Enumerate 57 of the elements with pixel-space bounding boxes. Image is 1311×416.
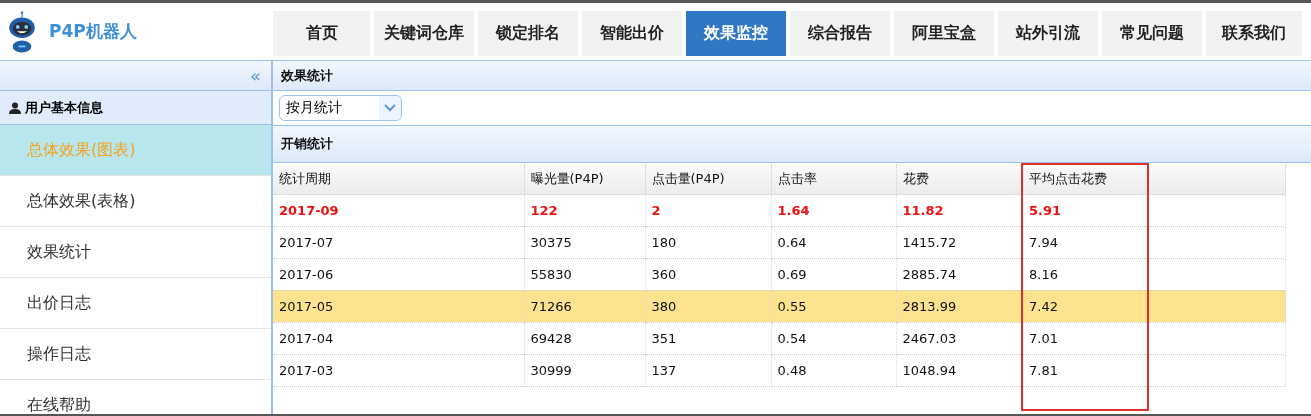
sidebar-item[interactable]: 效果统计 — [0, 227, 271, 278]
table-cell: 2017-03 — [273, 354, 524, 386]
section-title: 开销统计 — [281, 135, 333, 153]
nav-tab[interactable]: 站外引流 — [998, 11, 1098, 56]
table-cell: 0.64 — [771, 226, 896, 258]
table-cell: 2467.03 — [896, 322, 1022, 354]
nav-tab[interactable]: 常见问题 — [1102, 11, 1202, 56]
period-select[interactable]: 按月统计 — [279, 95, 402, 121]
table-cell: 0.48 — [771, 354, 896, 386]
table-cell: 7.01 — [1022, 322, 1148, 354]
table-cell: 11.82 — [896, 194, 1022, 226]
table-cell: 2017-05 — [273, 290, 524, 322]
column-header: 花费 — [896, 164, 1022, 194]
table-cell: 351 — [645, 322, 771, 354]
table-cell: 30999 — [524, 354, 645, 386]
nav-tab[interactable]: 效果监控 — [686, 11, 786, 56]
table-cell: 180 — [645, 226, 771, 258]
table-cell: 30375 — [524, 226, 645, 258]
sidebar-header-label: 用户基本信息 — [25, 98, 103, 117]
table-cell: 2813.99 — [896, 290, 1022, 322]
table-cell: 122 — [524, 194, 645, 226]
column-header: 统计周期 — [273, 164, 524, 194]
table-cell: 380 — [645, 290, 771, 322]
table-cell: 0.55 — [771, 290, 896, 322]
column-header: 曝光量(P4P) — [524, 164, 645, 194]
table-cell: 7.42 — [1022, 290, 1148, 322]
nav-tab[interactable]: 首页 — [273, 11, 370, 56]
user-icon — [9, 101, 21, 114]
brand-title: P4P机器人 — [49, 20, 137, 43]
column-header: 点击率 — [771, 164, 896, 194]
table-cell: 0.54 — [771, 322, 896, 354]
nav-tab[interactable]: 锁定排名 — [478, 11, 578, 56]
table-cell: 2017-09 — [273, 194, 524, 226]
column-header: 平均点击花费 — [1022, 164, 1148, 194]
table-cell: 137 — [645, 354, 771, 386]
nav-tab[interactable]: 智能出价 — [582, 11, 682, 56]
nav-tab[interactable]: 联系我们 — [1206, 11, 1302, 56]
panel-title: 效果统计 — [281, 66, 333, 85]
sidebar-item[interactable]: 操作日志 — [0, 329, 271, 380]
chevron-down-icon — [384, 104, 396, 112]
table-cell: 5.91 — [1022, 194, 1148, 226]
nav-tab[interactable]: 综合报告 — [790, 11, 890, 56]
nav-tab[interactable]: 关键词仓库 — [374, 11, 474, 56]
table-cell: 1415.72 — [896, 226, 1022, 258]
column-header: 点击量(P4P) — [645, 164, 771, 194]
sidebar-item[interactable]: 总体效果(表格) — [0, 176, 271, 227]
sidebar-item[interactable]: 出价日志 — [0, 278, 271, 329]
table-cell: 2 — [645, 194, 771, 226]
table-cell: 69428 — [524, 322, 645, 354]
table-cell: 71266 — [524, 290, 645, 322]
table-cell: 7.94 — [1022, 226, 1148, 258]
table-cell: 1.64 — [771, 194, 896, 226]
nav-tab[interactable]: 阿里宝盒 — [894, 11, 994, 56]
table-cell: 1048.94 — [896, 354, 1022, 386]
table-cell: 2017-07 — [273, 226, 524, 258]
table-cell: 2017-04 — [273, 322, 524, 354]
table-cell: 7.81 — [1022, 354, 1148, 386]
